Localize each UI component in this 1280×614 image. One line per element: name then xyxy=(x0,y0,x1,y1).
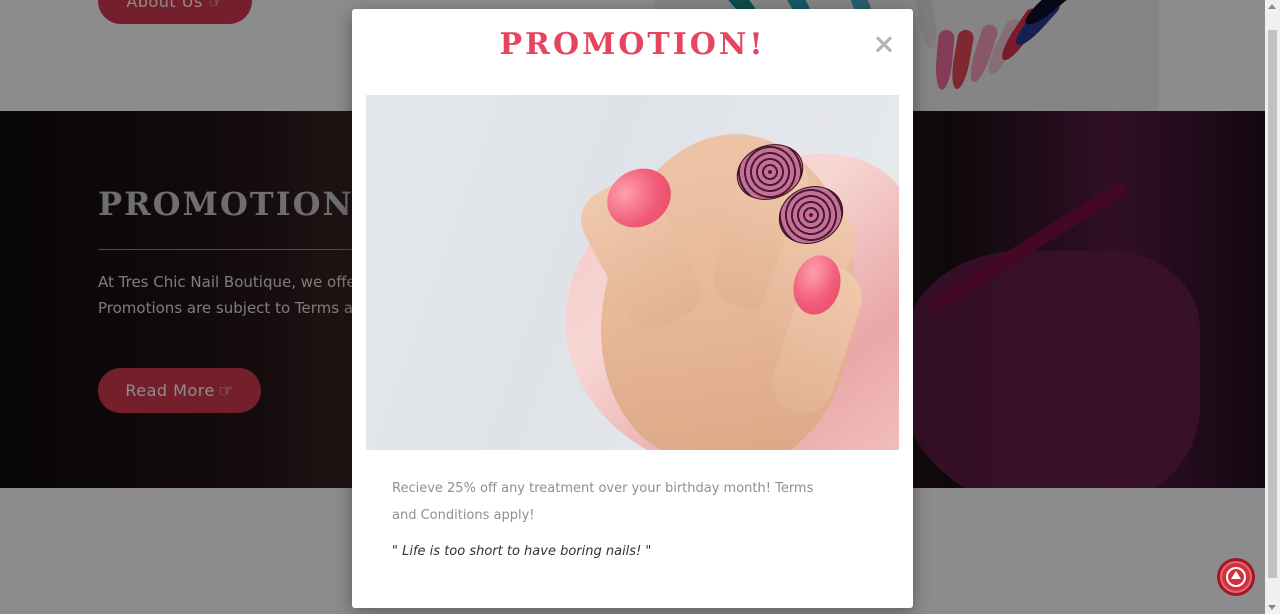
arrow-up-icon xyxy=(1226,567,1246,587)
modal-body-text: Recieve 25% off any treatment over your … xyxy=(392,481,814,523)
scroll-thumb[interactable] xyxy=(1268,30,1277,578)
scrollbar[interactable] xyxy=(1265,0,1280,614)
nail-art-photo xyxy=(366,95,899,450)
scroll-down-arrow-icon[interactable] xyxy=(1268,605,1276,610)
back-to-top-button[interactable] xyxy=(1217,558,1255,596)
promotion-modal: PROMOTION! × Recieve 25% off any treatme… xyxy=(352,9,913,608)
scroll-up-arrow-icon[interactable] xyxy=(1268,4,1276,9)
close-icon[interactable]: × xyxy=(872,29,896,59)
modal-title: PROMOTION! xyxy=(499,27,766,62)
modal-quote: " Life is too short to have boring nails… xyxy=(392,544,652,559)
